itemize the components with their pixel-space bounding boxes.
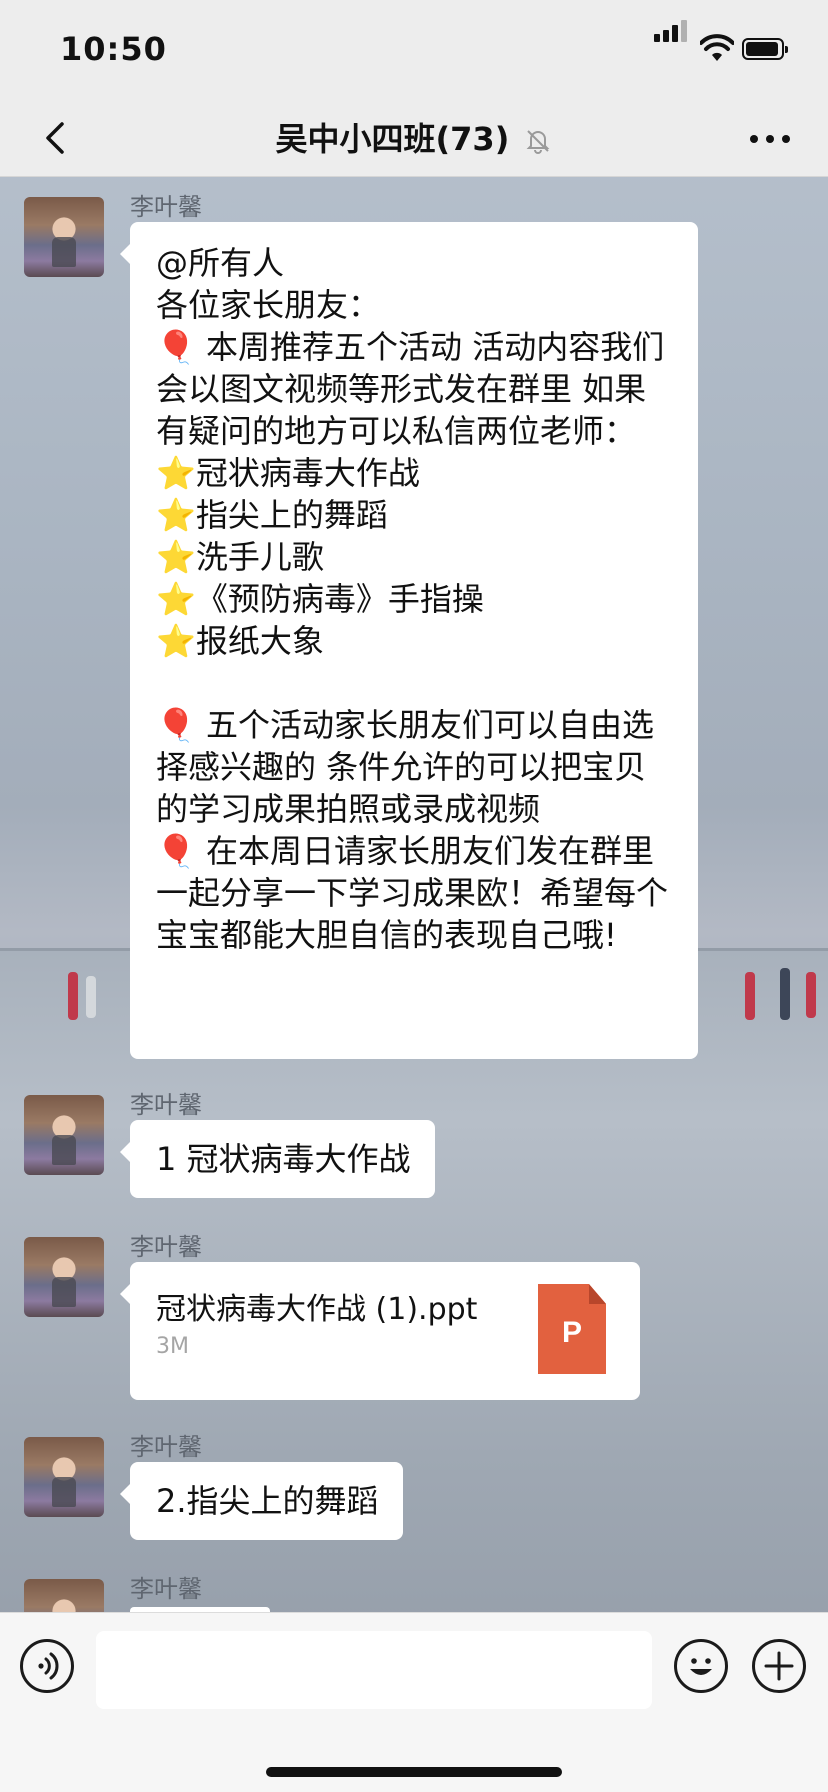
- plus-button[interactable]: [752, 1639, 806, 1693]
- voice-icon: [38, 1652, 59, 1680]
- message-bubble[interactable]: 2.指尖上的舞蹈: [120, 1462, 403, 1540]
- sender-name: 李叶馨: [130, 1575, 202, 1603]
- chat-list[interactable]: 李叶馨 @所有人 各位家长朋友： 🎈 本周推荐五个活动 活动内容我们会以图文视频…: [0, 177, 828, 1612]
- sender-name: 李叶馨: [130, 1433, 202, 1461]
- file-bubble[interactable]: 冠状病毒大作战 (1).ppt 3M P: [120, 1262, 640, 1400]
- emoji-button[interactable]: [674, 1639, 728, 1693]
- avatar[interactable]: [24, 197, 104, 277]
- ppt-file-icon: P: [538, 1284, 606, 1374]
- file-size: 3M: [156, 1334, 189, 1359]
- chat-title: 吴中小四班(73): [0, 114, 828, 160]
- input-bar: [0, 1612, 828, 1792]
- file-name: 冠状病毒大作战 (1).ppt: [156, 1292, 478, 1327]
- emoji-icon: [690, 1658, 712, 1675]
- avatar[interactable]: [24, 1437, 104, 1517]
- bell-muted-icon: [527, 130, 550, 154]
- avatar[interactable]: [24, 1237, 104, 1317]
- sender-name: 李叶馨: [130, 1091, 202, 1119]
- message-bubble[interactable]: @所有人 各位家长朋友： 🎈 本周推荐五个活动 活动内容我们会以图文视频等形式发…: [120, 222, 698, 1059]
- avatar[interactable]: [24, 1095, 104, 1175]
- avatar[interactable]: [24, 1579, 104, 1612]
- message-input[interactable]: [96, 1631, 652, 1709]
- nav-bar: 吴中小四班(73): [0, 100, 828, 177]
- status-time: 10:50: [60, 30, 167, 68]
- voice-button[interactable]: [20, 1639, 74, 1693]
- battery-icon: [742, 38, 788, 60]
- wifi-icon: [700, 34, 734, 61]
- chat-title-text: 吴中小四班(73): [275, 120, 510, 158]
- status-bar: 10:50: [0, 0, 828, 100]
- message-bubble[interactable]: 1 冠状病毒大作战: [120, 1120, 435, 1198]
- sender-name: 李叶馨: [130, 193, 202, 221]
- more-dots-icon[interactable]: [748, 124, 792, 154]
- ppt-file-icon-label: P: [561, 1316, 582, 1349]
- home-indicator: [266, 1767, 562, 1777]
- sender-name: 李叶馨: [130, 1233, 202, 1261]
- plus-icon: [764, 1651, 794, 1681]
